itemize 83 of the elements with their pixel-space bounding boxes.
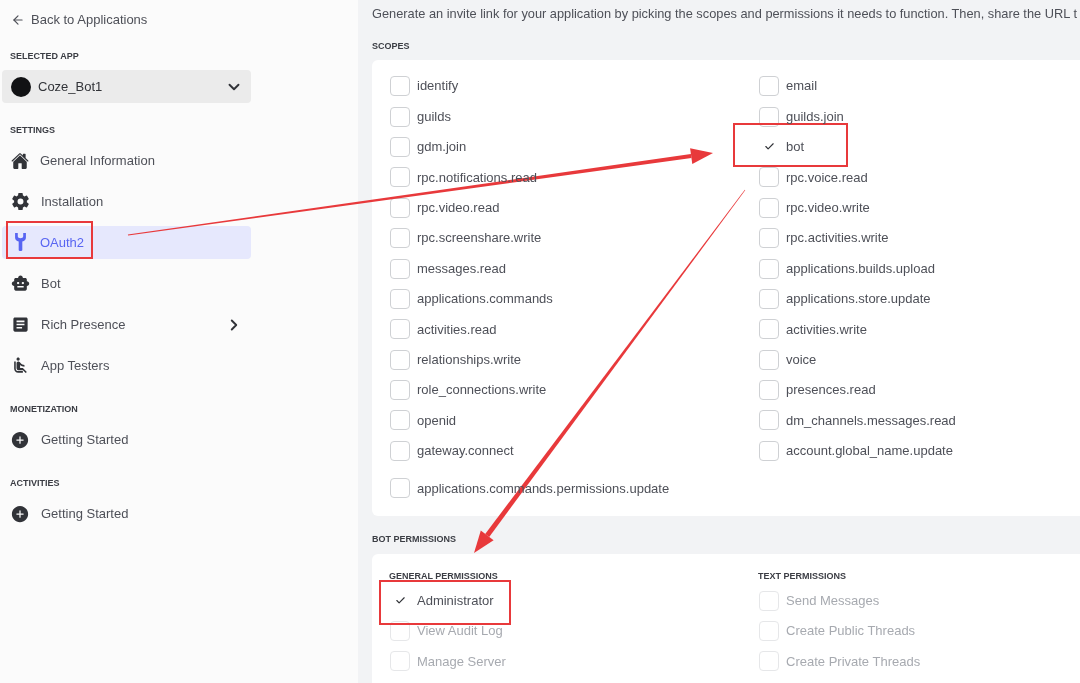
checkbox[interactable] xyxy=(759,106,779,127)
checkbox[interactable] xyxy=(390,478,410,499)
checkbox-label: View Audit Log xyxy=(417,622,503,641)
checkbox[interactable] xyxy=(759,228,779,249)
section-heading: SCOPES xyxy=(372,40,411,52)
checkbox[interactable] xyxy=(390,258,410,279)
section-heading: TEXT PERMISSIONS xyxy=(758,570,847,583)
checkbox[interactable] xyxy=(759,319,779,340)
checkbox[interactable] xyxy=(759,349,779,370)
checkbox-label: relationships.write xyxy=(417,350,522,369)
checkbox[interactable] xyxy=(390,197,410,218)
checkbox[interactable] xyxy=(390,136,410,157)
checkbox[interactable] xyxy=(390,349,410,370)
checkbox-label: Send Messages xyxy=(786,591,880,610)
checkbox-label: Administrator xyxy=(417,591,494,610)
checkbox-label: email xyxy=(786,77,818,96)
checkbox-label: identify xyxy=(417,77,459,96)
sidebar-item[interactable]: Getting Started xyxy=(2,423,251,456)
gear-icon xyxy=(11,192,30,211)
checkbox-label: messages.read xyxy=(417,259,506,278)
checkbox[interactable] xyxy=(390,410,410,431)
checkbox-label: bot xyxy=(786,138,805,157)
intro-text: Generate an invite link for your application by picking the scopes and permissions it needs to function. Then, share the URL t xyxy=(372,6,1078,22)
checkbox-label: Create Public Threads xyxy=(786,622,916,641)
section-heading: GENERAL PERMISSIONS xyxy=(389,570,499,583)
checkbox-label: account.global_name.update xyxy=(786,442,953,461)
document-icon xyxy=(11,315,30,334)
checkbox-label: rpc.video.read xyxy=(417,199,500,217)
sidebar-item[interactable]: Rich Presence xyxy=(2,308,251,341)
sidebar-item[interactable]: General Information xyxy=(2,144,251,177)
checkbox[interactable] xyxy=(390,380,410,401)
checkbox-label: applications.commands xyxy=(417,290,553,309)
checkbox-label: dm_channels.messages.read xyxy=(786,411,956,430)
checkbox[interactable] xyxy=(759,258,779,279)
checkbox-label: guilds.join xyxy=(786,107,844,126)
checkbox-label: rpc.activities.write xyxy=(786,229,889,248)
section-heading: BOT PERMISSIONS xyxy=(372,533,457,546)
checkbox[interactable] xyxy=(390,440,410,461)
checkbox-label: rpc.notifications.read xyxy=(417,168,537,187)
checkbox[interactable] xyxy=(759,197,779,218)
checkbox-label: guilds xyxy=(417,107,451,126)
checkbox[interactable] xyxy=(759,380,779,401)
checkbox-label: rpc.video.write xyxy=(786,199,870,217)
checkbox-label: Create Private Threads xyxy=(786,652,921,671)
sidebar-item[interactable]: OAuth2 xyxy=(2,226,251,259)
section-heading: MONETIZATION xyxy=(9,403,79,415)
checkbox[interactable] xyxy=(390,76,410,97)
sidebar-item[interactable]: Bot xyxy=(2,267,251,300)
checkbox[interactable] xyxy=(390,228,410,249)
checkbox-label: rpc.screenshare.write xyxy=(417,229,542,248)
checkbox-label: activities.read xyxy=(417,320,497,339)
checkbox-label: gdm.join xyxy=(417,138,467,157)
checkbox[interactable] xyxy=(759,288,779,309)
checkbox[interactable] xyxy=(759,410,779,431)
checkbox-label: presences.read xyxy=(786,381,876,400)
back-link[interactable]: Back to Applications xyxy=(2,0,148,40)
sidebar-item[interactable]: Getting Started xyxy=(2,497,251,530)
checkbox[interactable] xyxy=(759,76,779,97)
checkbox-label: applications.builds.upload xyxy=(786,259,935,278)
checkbox[interactable] xyxy=(759,167,779,188)
checkbox-label: applications.store.update xyxy=(786,290,931,309)
checkbox-label: rpc.voice.read xyxy=(786,168,868,187)
checkbox[interactable] xyxy=(759,440,779,461)
sidebar-item[interactable]: App Testers xyxy=(2,349,251,382)
wrench-icon xyxy=(14,233,26,252)
section-heading: ACTIVITIES xyxy=(9,477,61,489)
checkbox[interactable] xyxy=(390,167,410,188)
checkbox-label: voice xyxy=(786,350,817,369)
checkbox[interactable] xyxy=(390,106,410,127)
checkbox-label: openid xyxy=(417,411,457,430)
section-heading: SETTINGS xyxy=(9,124,56,136)
house-icon xyxy=(11,151,29,170)
checkbox-label: role_connections.write xyxy=(417,381,547,400)
checkbox[interactable] xyxy=(390,288,410,309)
robot-icon xyxy=(11,274,30,293)
checkbox[interactable] xyxy=(390,319,410,340)
checkbox-label: Manage Server xyxy=(417,652,506,671)
app-selector[interactable]: Coze_Bot1 xyxy=(2,70,251,103)
checkbox-label: gateway.connect xyxy=(417,442,514,461)
avatar-icon xyxy=(11,76,31,97)
checkbox-label: activities.write xyxy=(786,320,867,339)
sidebar-item[interactable]: Installation xyxy=(2,185,251,218)
section-heading: SELECTED APP xyxy=(9,50,80,62)
